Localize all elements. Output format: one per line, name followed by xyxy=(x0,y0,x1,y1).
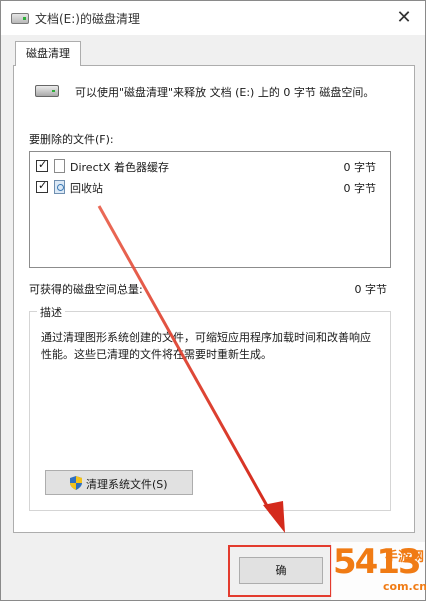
files-to-delete-label: 要删除的文件(F): xyxy=(29,133,114,146)
files-list[interactable]: DirectX 着色器缓存 0 字节 回收站 0 字节 xyxy=(29,151,391,268)
info-message: 可以使用"磁盘清理"来释放 文档 (E:) 上的 0 字节 磁盘空间。 xyxy=(75,86,375,99)
drive-icon xyxy=(11,13,29,24)
cleanup-system-files-label: 清理系统文件(S) xyxy=(86,478,168,491)
description-text: 通过清理图形系统创建的文件，可缩短应用程序加载时间和改善响应性能。这些已清理的文… xyxy=(41,331,371,361)
file-icon xyxy=(54,159,65,173)
close-icon[interactable]: ✕ xyxy=(393,7,415,29)
description-legend: 描述 xyxy=(37,304,65,320)
total-space-value: 0 字节 xyxy=(354,283,388,296)
site-watermark: 5413 手游网 com.cn xyxy=(331,542,426,600)
item-name: 回收站 xyxy=(70,182,103,195)
window-title: 文档(E:)的磁盘清理 xyxy=(35,12,140,26)
item-size: 0 字节 xyxy=(343,182,377,195)
tab-disk-cleanup[interactable]: 磁盘清理 xyxy=(15,41,81,66)
list-item[interactable]: DirectX 着色器缓存 0 字节 xyxy=(30,156,390,176)
hard-drive-icon xyxy=(35,85,59,97)
checkbox[interactable] xyxy=(36,179,48,193)
cleanup-system-files-button[interactable]: 清理系统文件(S) xyxy=(45,470,193,495)
disk-cleanup-window: 文档(E:)的磁盘清理 ✕ 磁盘清理 可以使用"磁盘清理"来释放 文档 (E:)… xyxy=(0,0,426,601)
annotation-highlight-box xyxy=(228,545,332,597)
total-space-label: 可获得的磁盘空间总量: xyxy=(29,283,143,296)
uac-shield-icon xyxy=(70,476,82,490)
list-item[interactable]: 回收站 0 字节 xyxy=(30,177,390,197)
checkbox[interactable] xyxy=(36,158,48,172)
item-name: DirectX 着色器缓存 xyxy=(70,161,169,174)
item-size: 0 字节 xyxy=(343,161,377,174)
title-bar: 文档(E:)的磁盘清理 ✕ xyxy=(1,1,425,35)
recycle-bin-icon xyxy=(54,180,65,194)
watermark-subtitle: 手游网 xyxy=(385,550,425,565)
watermark-domain: com.cn xyxy=(383,580,426,593)
